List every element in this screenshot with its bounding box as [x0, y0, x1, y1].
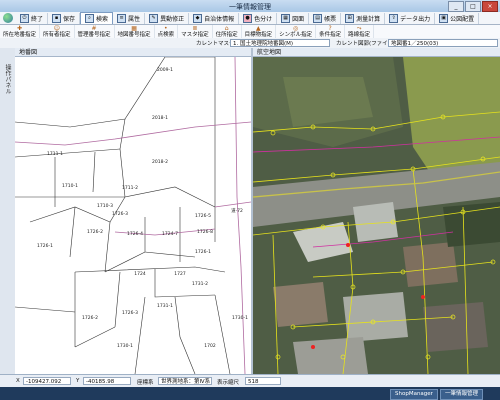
x-coord-label: X: [16, 378, 20, 384]
search-icon: ⌕: [85, 14, 95, 23]
menu-attribute[interactable]: ≡ 属性: [113, 12, 146, 24]
scale-select[interactable]: 518: [245, 377, 281, 385]
left-panel-header: 地番図: [15, 48, 251, 57]
menu-municipal[interactable]: ◆ 自治体情報: [189, 12, 240, 24]
current-master-label: カレントマスタ: [196, 41, 235, 47]
cadastral-map[interactable]: 2009-1 2018-1 2018-2 1711-1 1710-1 1710-3 1711…: [15, 57, 251, 374]
scale-label: 表示縮尺: [217, 380, 240, 386]
tool-master[interactable]: ≣ マスタ指定: [178, 25, 213, 38]
x-coord-field: -109427.092: [23, 377, 71, 385]
tool-map-number[interactable]: ▦ 地図番号指定: [115, 25, 155, 38]
aerial-map[interactable]: [253, 57, 500, 374]
taskbar: ShopManager 一筆情報管理: [0, 387, 500, 400]
menu-drawing[interactable]: ▦ 図面: [277, 12, 310, 24]
tool-address[interactable]: ⌂ 住所指定: [213, 25, 242, 38]
maximize-button[interactable]: □: [465, 1, 481, 12]
menu-export[interactable]: ⇪ データ出力: [385, 12, 436, 24]
parcel-label: 1726-2: [82, 315, 98, 321]
menu-bar: ⏻ 終了 ▪ 保存 ⌕ 検索 ≡ 属性 ✎ 異動修正 ◆ 自治体情報 ● 色分け ▦ 図面 ▤ 帳…: [0, 12, 500, 25]
right-panel-title: 航空地図: [257, 49, 282, 56]
status-bar: X -109427.092 Y -40185.98 座標系 世界測地系：第Ⅳ系 …: [0, 374, 500, 388]
window-title: 一筆情報管理: [229, 3, 271, 11]
tool-landmark[interactable]: ▲ 目標物指定: [242, 25, 277, 38]
parcel-label: 1724: [134, 271, 146, 277]
parcel-label: 1710-1: [62, 183, 78, 189]
operation-panel-tab[interactable]: 操作パネル: [0, 48, 16, 374]
tool-route[interactable]: ⤳ 路線指定: [345, 25, 375, 38]
parcel-label: 道-72: [231, 207, 243, 214]
tool-point-search[interactable]: • 点検索: [155, 25, 179, 38]
layout-icon: ▣: [439, 13, 449, 23]
parcel-label: 1726-5: [195, 213, 211, 219]
parcel-label: 1730-1: [117, 343, 133, 349]
menu-edit[interactable]: ✎ 異動修正: [145, 12, 190, 24]
parcel-label: 1726-2: [87, 229, 103, 235]
menu-search[interactable]: ⌕ 検索: [80, 12, 114, 24]
parcel-label: 1702: [204, 343, 216, 349]
aerial-map-canvas: [253, 57, 500, 374]
parcel-label: 1730-1: [232, 315, 248, 321]
current-layer-select[interactable]: 地図番1／250(03): [388, 39, 498, 47]
menu-color[interactable]: ● 色分け: [239, 12, 278, 24]
crs-field: 世界測地系：第Ⅳ系: [158, 377, 212, 385]
tool-owner[interactable]: ☺ 所有者指定: [40, 25, 75, 38]
operation-panel-label: 操作パネル: [4, 64, 11, 94]
parcel-label: 1731-1: [157, 303, 173, 309]
tool-location-parcel[interactable]: ✚ 所在地番指定: [0, 25, 41, 38]
parcel-label: 1726-1: [195, 249, 211, 255]
exit-icon: ⏻: [20, 13, 29, 23]
parcel-label: 1711-1: [47, 151, 63, 157]
survey-icon: ⊞: [345, 13, 355, 23]
current-layer-label: カレント図郭(ファイル): [336, 41, 396, 47]
parcel-label: 1711-2: [122, 185, 138, 191]
export-icon: ⇪: [389, 13, 399, 23]
parcel-label: 2009-1: [157, 67, 173, 73]
tool-management-number[interactable]: # 管理番号指定: [75, 25, 115, 38]
parcel-label: 2018-1: [152, 115, 168, 121]
taskbar-item-app[interactable]: 一筆情報管理: [440, 389, 484, 400]
tool-symbol[interactable]: ◎ シンボル指定: [276, 25, 317, 38]
y-coord-field: -40185.98: [83, 377, 131, 385]
menu-report[interactable]: ▤ 帳票: [309, 12, 342, 24]
search-toolbar: ✚ 所在地番指定 ☺ 所有者指定 # 管理番号指定 ▦ 地図番号指定 • 点検索 ≣ マスタ…: [0, 25, 500, 39]
color-icon: ●: [243, 13, 253, 23]
parcel-label: 1724-7: [162, 231, 178, 237]
parcel-label: 1727: [174, 271, 186, 277]
taskbar-item-shopmanager[interactable]: ShopManager: [390, 389, 438, 400]
menu-layout[interactable]: ▣ 公図配置: [435, 12, 480, 24]
right-panel-header: 航空地図: [253, 48, 500, 57]
drawing-icon: ▦: [281, 13, 291, 23]
app-logo-icon: [3, 13, 13, 23]
left-panel-title: 地番図: [19, 49, 38, 56]
parcel-label: 1726-8: [197, 229, 213, 235]
menu-save[interactable]: ▪ 保存: [48, 12, 81, 24]
municipal-icon: ◆: [193, 13, 203, 23]
menu-exit[interactable]: ⏻ 終了: [16, 12, 49, 24]
parcel-label: 1710-3: [97, 203, 113, 209]
save-icon: ▪: [52, 13, 62, 23]
parcel-label: 1726-3: [122, 310, 138, 316]
close-button[interactable]: ×: [482, 1, 498, 12]
parcel-label: 1726-4: [127, 231, 143, 237]
tool-condition[interactable]: ? 条件指定: [316, 25, 346, 38]
parcel-label: 1726-1: [37, 243, 53, 249]
attribute-icon: ≡: [117, 13, 127, 23]
edit-icon: ✎: [149, 13, 159, 23]
parcel-label: 1726-3: [112, 211, 128, 217]
cadastral-map-canvas: 2009-1 2018-1 2018-2 1711-1 1710-1 1710-3 1711…: [15, 57, 251, 374]
menu-survey[interactable]: ⊞ 測量計算: [341, 12, 386, 24]
crs-label: 座標系: [137, 380, 154, 386]
report-icon: ▤: [313, 13, 323, 23]
current-master-select[interactable]: 1. 国土地理院地番図(M): [230, 39, 330, 47]
minimize-button[interactable]: _: [448, 1, 464, 12]
y-coord-label: Y: [76, 378, 80, 384]
parcel-label: 2018-2: [152, 159, 168, 165]
parcel-label: 1731-2: [192, 281, 208, 287]
